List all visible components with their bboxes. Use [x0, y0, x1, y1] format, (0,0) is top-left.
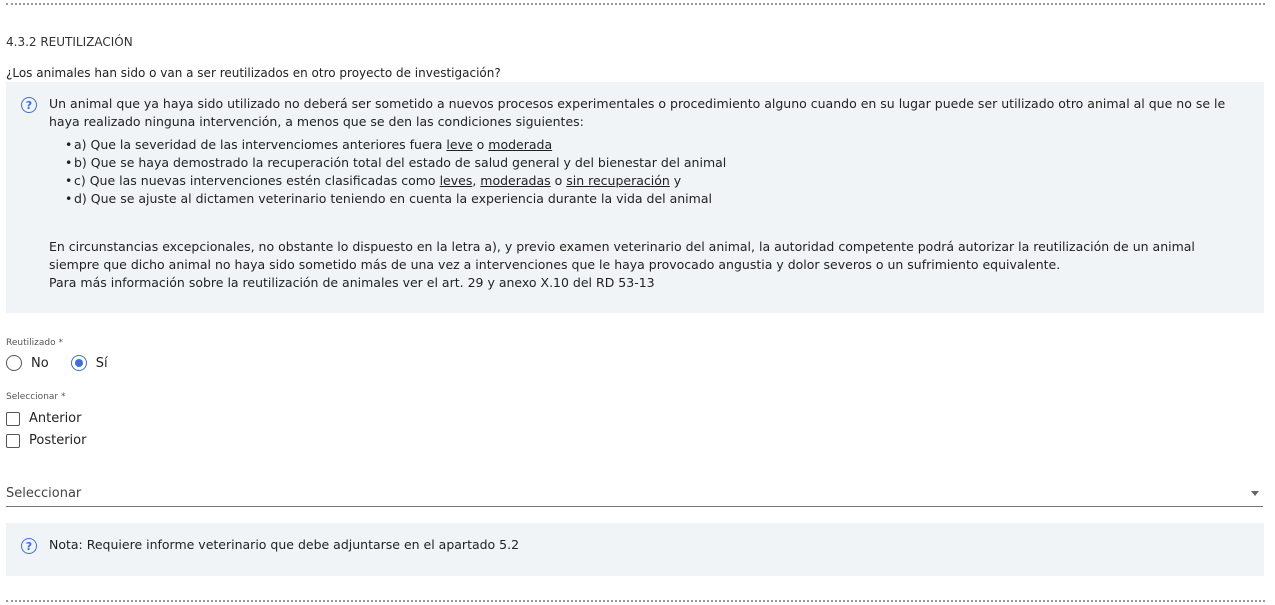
checkbox-anterior[interactable]	[6, 411, 20, 426]
checkbox-posterior-label[interactable]: Posterior	[29, 433, 86, 448]
radio-no[interactable]	[6, 355, 22, 371]
info-reference: Para más información sobre la reutilizac…	[49, 275, 655, 290]
checkbox-posterior-row: Posterior	[6, 433, 86, 448]
checkbox-posterior[interactable]	[6, 433, 20, 448]
question-text: ¿Los animales han sido o van a ser reuti…	[6, 66, 501, 80]
dotted-divider-top	[6, 3, 1265, 5]
radio-si-label[interactable]: Sí	[96, 356, 108, 371]
reutilizado-radio-group: No Sí	[6, 355, 130, 371]
help-icon: ?	[21, 97, 37, 113]
list-item: d) Que se ajuste al dictamen veterinario…	[65, 190, 1249, 208]
radio-no-label[interactable]: No	[31, 356, 49, 371]
checkbox-anterior-label[interactable]: Anterior	[29, 411, 81, 426]
section-title: 4.3.2 REUTILIZACIÓN	[6, 35, 133, 49]
info-text: Un animal que ya haya sido utilizado no …	[49, 95, 1249, 292]
select-value: Seleccionar	[6, 486, 82, 501]
dropdown-arrow-icon	[1251, 491, 1259, 496]
dotted-divider-bottom	[6, 600, 1265, 602]
info-intro: Un animal que ya haya sido utilizado no …	[49, 96, 1226, 129]
radio-si[interactable]	[70, 355, 87, 371]
note-text: Nota: Requiere informe veterinario que d…	[49, 537, 520, 552]
conditions-list: a) Que la severidad de las intervenciome…	[49, 136, 1249, 208]
list-item: c) Que las nuevas intervenciones estén c…	[65, 172, 1249, 190]
help-icon: ?	[21, 538, 37, 554]
info-paragraph: En circunstancias excepcionales, no obst…	[49, 239, 1195, 272]
list-item: b) Que se haya demostrado la recuperació…	[65, 154, 1249, 172]
reutilizado-label: Reutilizado *	[6, 338, 63, 348]
note-panel: ? Nota: Requiere informe veterinario que…	[6, 523, 1264, 576]
select-dropdown[interactable]: Seleccionar	[6, 486, 1263, 507]
checkbox-anterior-row: Anterior	[6, 411, 81, 426]
info-panel: ? Un animal que ya haya sido utilizado n…	[6, 82, 1264, 313]
list-item: a) Que la severidad de las intervenciome…	[65, 136, 1249, 154]
seleccionar-label: Seleccionar *	[6, 392, 66, 402]
